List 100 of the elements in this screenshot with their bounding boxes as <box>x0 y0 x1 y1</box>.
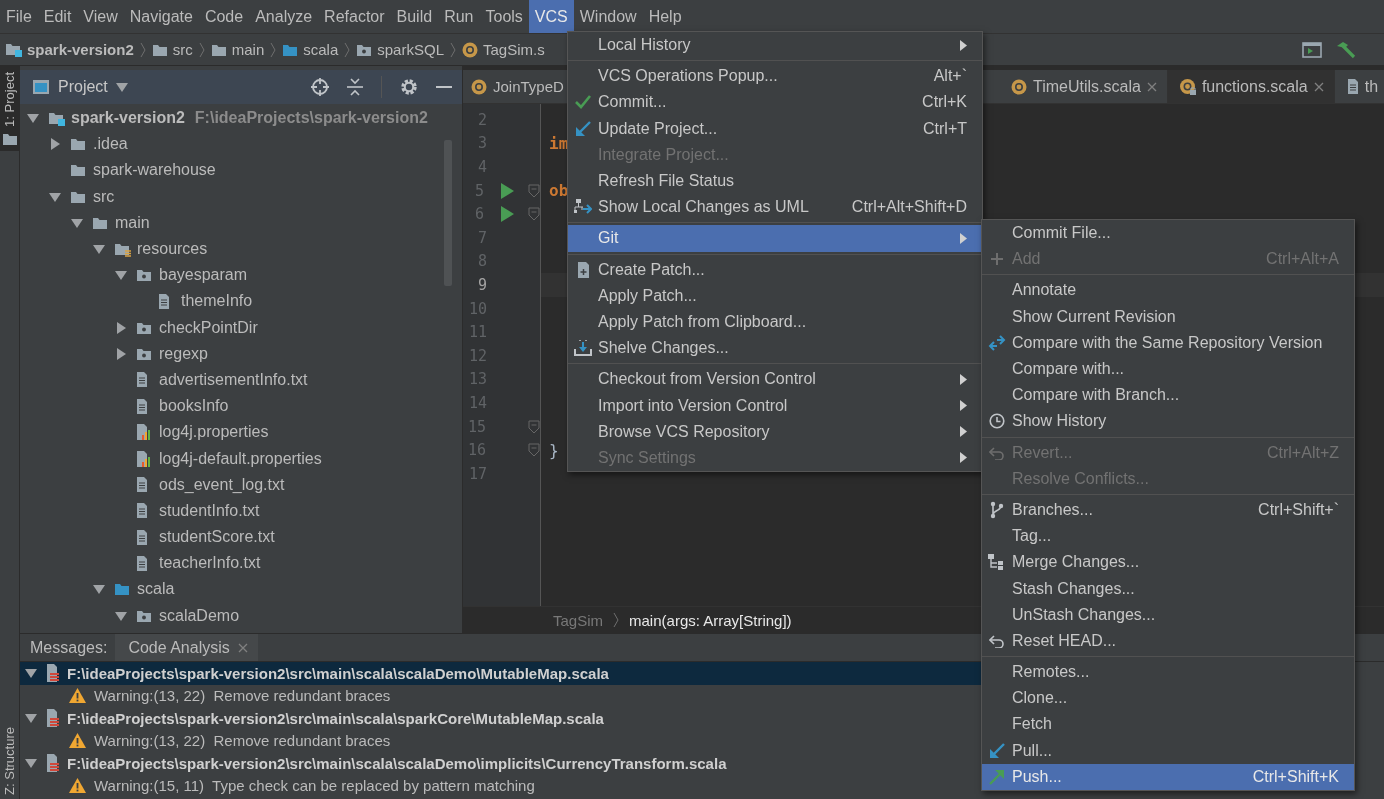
tree-item[interactable]: bayesparam <box>20 262 462 289</box>
menu-item[interactable]: Tools <box>479 0 529 33</box>
crosshair-icon[interactable] <box>311 78 329 96</box>
menu-item[interactable]: Navigate <box>123 0 199 33</box>
menu-item[interactable]: Build <box>390 0 439 33</box>
menu-item[interactable]: Run <box>438 0 480 33</box>
menu-item[interactable]: Clone... <box>982 685 1354 712</box>
panel-title-dropdown[interactable]: Project <box>32 78 128 96</box>
tree-item[interactable]: log4j-default.properties <box>20 445 462 472</box>
editor-tab[interactable]: functions.scala <box>1167 70 1335 103</box>
tree-item[interactable]: scala <box>20 576 462 603</box>
menu-item[interactable]: Remotes... <box>982 659 1354 686</box>
breadcrumb-item[interactable]: spark-version2 <box>5 41 134 58</box>
tool-window-tab[interactable]: 1: Project <box>0 66 19 151</box>
file-result-row[interactable]: F:\ideaProjects\spark-version2\src\main\scala\scalaDemo\implicits\CurrencyTransform.scala <box>20 752 981 775</box>
breadcrumb-item[interactable]: src <box>151 41 193 58</box>
menu-item[interactable]: Compare with Branch... <box>982 382 1354 409</box>
menu-item[interactable]: Stash Changes... <box>982 575 1354 602</box>
tree-item[interactable]: studentScore.txt <box>20 524 462 551</box>
run-icon[interactable] <box>500 182 514 199</box>
menu-item[interactable]: Window <box>573 0 643 33</box>
warning-row[interactable]: Warning:(13, 22) Remove redundant braces <box>20 684 981 708</box>
tree-item[interactable]: src <box>20 183 462 210</box>
tree-item[interactable]: scalaDemo <box>20 602 462 629</box>
menu-item[interactable]: UnStash Changes... <box>982 601 1354 628</box>
breadcrumb-item[interactable]: main(args: Array[String]) <box>629 611 792 629</box>
menu-item[interactable]: Import into Version Control <box>568 392 982 419</box>
menu-item[interactable]: Edit <box>37 0 78 33</box>
menu-item[interactable]: File <box>0 0 38 33</box>
menu-item[interactable]: Git <box>568 225 982 252</box>
menu-item[interactable]: Refresh File Status <box>568 167 982 195</box>
run-console-icon[interactable] <box>1302 41 1322 58</box>
menu-item[interactable]: Apply Patch from Clipboard... <box>568 308 982 336</box>
menu-item[interactable]: Annotate <box>982 277 1354 304</box>
menu-item[interactable]: Refactor <box>318 0 391 33</box>
tree-item[interactable]: .idea <box>20 131 462 158</box>
menu-item[interactable]: View <box>77 0 124 33</box>
panel-tab[interactable]: Code Analysis <box>115 634 258 662</box>
breadcrumb-item[interactable]: scala <box>282 41 339 58</box>
tree-item[interactable]: studentInfo.txt <box>20 497 462 524</box>
menu-item[interactable]: Analyze <box>249 0 319 33</box>
fold-marker-icon[interactable] <box>528 207 540 222</box>
menu-item[interactable]: Commit... Ctrl+K <box>568 89 982 116</box>
menu-item[interactable]: Checkout from Version Control <box>568 366 982 393</box>
menu-item[interactable]: Show Current Revision <box>982 303 1354 330</box>
minimize-icon[interactable] <box>436 85 452 89</box>
settings-icon[interactable] <box>400 78 418 96</box>
menu-item[interactable]: Local History <box>568 32 982 59</box>
menu-item[interactable]: Compare with the Same Repository Version <box>982 329 1354 356</box>
menu-item[interactable]: Shelve Changes... <box>568 335 982 362</box>
menu-item[interactable]: Fetch <box>982 711 1354 738</box>
fold-marker-icon[interactable] <box>528 183 540 198</box>
tree-item[interactable]: teacherInfo.txt <box>20 550 462 577</box>
menu-item[interactable]: Compare with... <box>982 355 1354 383</box>
breadcrumb-item[interactable]: TagSim.s <box>462 41 545 58</box>
tree-item[interactable]: regexp <box>20 340 462 367</box>
close-icon[interactable] <box>1146 81 1157 92</box>
tree-item[interactable]: resources <box>20 235 462 263</box>
menu-item[interactable]: Tag... <box>982 523 1354 550</box>
fold-marker-icon[interactable] <box>528 419 540 434</box>
tree-item[interactable]: themeInfo <box>20 288 462 315</box>
tree-item[interactable]: log4j.properties <box>20 419 462 446</box>
run-icon[interactable] <box>500 206 514 223</box>
menu-item[interactable]: Update Project... Ctrl+T <box>568 115 982 142</box>
menu-item[interactable]: Apply Patch... <box>568 282 982 309</box>
menu-item[interactable]: Show Local Changes as UML Ctrl+Alt+Shift+D <box>568 194 982 221</box>
file-result-row[interactable]: F:\ideaProjects\spark-version2\src\main\scala\sparkCore\MutableMap.scala <box>20 707 981 730</box>
menu-item[interactable]: VCS <box>528 0 574 33</box>
menu-item[interactable]: Browse VCS Repository <box>568 418 982 445</box>
fold-marker-icon[interactable] <box>528 443 540 458</box>
breadcrumb-item[interactable]: main <box>210 41 265 58</box>
menu-item[interactable]: Show History <box>982 408 1354 435</box>
menu-item[interactable]: Help <box>642 0 688 33</box>
collapse-all-icon[interactable] <box>347 78 363 96</box>
menu-item[interactable]: Reset HEAD... <box>982 627 1354 654</box>
editor-tab[interactable]: JoinTypeD <box>463 70 565 103</box>
menu-item[interactable]: Code <box>198 0 250 33</box>
hammer-icon[interactable] <box>1336 40 1356 59</box>
tree-item[interactable]: checkPointDir <box>20 314 462 341</box>
menu-item[interactable]: Commit File... <box>982 220 1354 247</box>
menu-item[interactable]: Merge Changes... <box>982 549 1354 576</box>
tree-item[interactable]: advertisementInfo.txt <box>20 366 462 394</box>
tool-window-tab[interactable]: Z: Structure <box>0 721 19 799</box>
tree-item[interactable]: booksInfo <box>20 393 462 420</box>
menu-item[interactable]: Create Patch... <box>568 256 982 283</box>
tree-item[interactable]: ods_event_log.txt <box>20 471 462 498</box>
breadcrumb-item[interactable]: TagSim <box>553 611 604 629</box>
editor-tab[interactable]: th <box>1334 70 1384 103</box>
menu-item[interactable]: Pull... <box>982 737 1354 764</box>
close-icon[interactable] <box>237 642 248 653</box>
menu-item[interactable]: VCS Operations Popup... Alt+` <box>568 63 982 90</box>
tree-item[interactable]: spark-warehouse <box>20 157 462 184</box>
close-icon[interactable] <box>1313 81 1324 92</box>
warning-row[interactable]: Warning:(15, 11) Type check can be replaced by pattern matching <box>20 774 981 798</box>
file-result-row[interactable]: F:\ideaProjects\spark-version2\src\main\scala\scalaDemo\MutableMap.scala <box>20 662 981 685</box>
menu-item[interactable]: Push... Ctrl+Shift+K <box>982 763 1354 790</box>
editor-tab[interactable]: TimeUtils.scala <box>999 70 1168 103</box>
tree-item[interactable]: spark-version2 F:\ideaProjects\spark-version2 <box>20 105 462 132</box>
breadcrumb-item[interactable]: sparkSQL <box>356 41 444 58</box>
menu-item[interactable]: Branches... Ctrl+Shift+` <box>982 496 1354 524</box>
